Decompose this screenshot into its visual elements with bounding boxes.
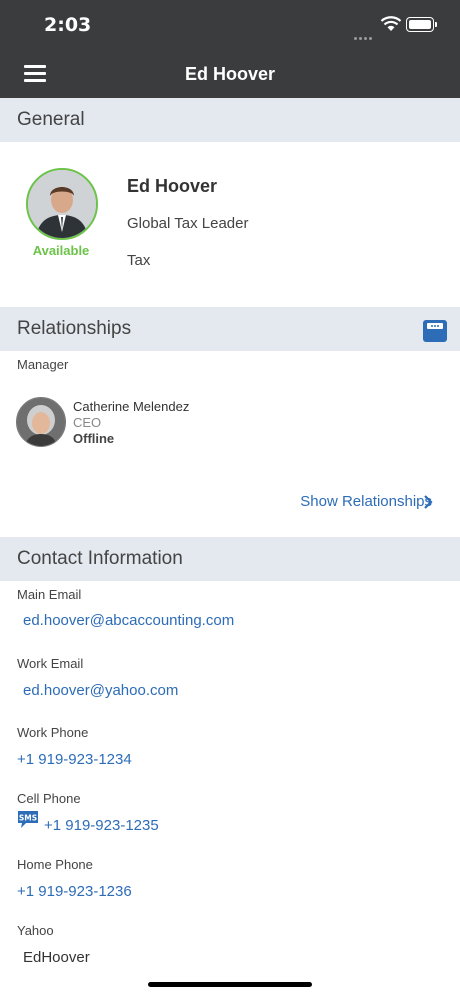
manager-role: CEO bbox=[73, 415, 102, 430]
work-phone-link[interactable]: +1 919-923-1234 bbox=[17, 751, 132, 768]
cell-phone-link[interactable]: +1 919-923-1235 bbox=[44, 817, 159, 834]
person-photo bbox=[28, 170, 96, 238]
work-email-label: Work Email bbox=[17, 656, 84, 671]
work-phone-label: Work Phone bbox=[17, 725, 89, 740]
sms-icon[interactable]: SMS bbox=[17, 810, 39, 829]
contact-section-header: Contact Information bbox=[0, 537, 460, 581]
home-indicator[interactable] bbox=[148, 982, 312, 987]
status-time: 2:03 bbox=[44, 14, 92, 36]
general-header-label: General bbox=[17, 109, 85, 130]
cell-phone-label: Cell Phone bbox=[17, 791, 81, 806]
relationships-section-header: Relationships bbox=[0, 307, 460, 351]
manager-avatar[interactable] bbox=[16, 397, 66, 447]
save-icon[interactable] bbox=[423, 320, 447, 342]
availability-status: Available bbox=[32, 243, 90, 258]
yahoo-label: Yahoo bbox=[17, 923, 54, 938]
chevron-right-icon[interactable] bbox=[423, 494, 433, 510]
relationships-header-label: Relationships bbox=[17, 318, 132, 339]
status-bar: 2:03 bbox=[0, 0, 460, 50]
sms-icon-label: SMS bbox=[19, 814, 37, 823]
manager-status: Offline bbox=[73, 431, 115, 446]
manager-photo bbox=[17, 398, 65, 446]
main-email-link[interactable]: ed.hoover@abcaccounting.com bbox=[23, 612, 234, 629]
work-email-link[interactable]: ed.hoover@yahoo.com bbox=[23, 682, 178, 699]
contact-header-label: Contact Information bbox=[17, 548, 183, 569]
main-email-label: Main Email bbox=[17, 587, 82, 602]
signal-dots-icon bbox=[354, 27, 374, 45]
home-phone-link[interactable]: +1 919-923-1236 bbox=[17, 883, 132, 900]
home-phone-label: Home Phone bbox=[17, 857, 93, 872]
page-title: Ed Hoover bbox=[184, 64, 276, 84]
general-section-header: General bbox=[0, 98, 460, 142]
manager-name[interactable]: Catherine Melendez bbox=[73, 399, 189, 414]
profile-name: Ed Hoover bbox=[127, 176, 218, 196]
profile-department: Tax bbox=[127, 252, 151, 269]
battery-icon bbox=[406, 17, 437, 32]
manager-label: Manager bbox=[17, 357, 69, 372]
avatar[interactable] bbox=[26, 168, 98, 240]
yahoo-id: EdHoover bbox=[23, 949, 90, 966]
wifi-icon bbox=[380, 16, 402, 31]
show-relationships-link[interactable]: Show Relationships bbox=[300, 493, 432, 510]
profile-job-title: Global Tax Leader bbox=[127, 215, 249, 232]
navigation-bar: Ed Hoover bbox=[0, 50, 460, 98]
